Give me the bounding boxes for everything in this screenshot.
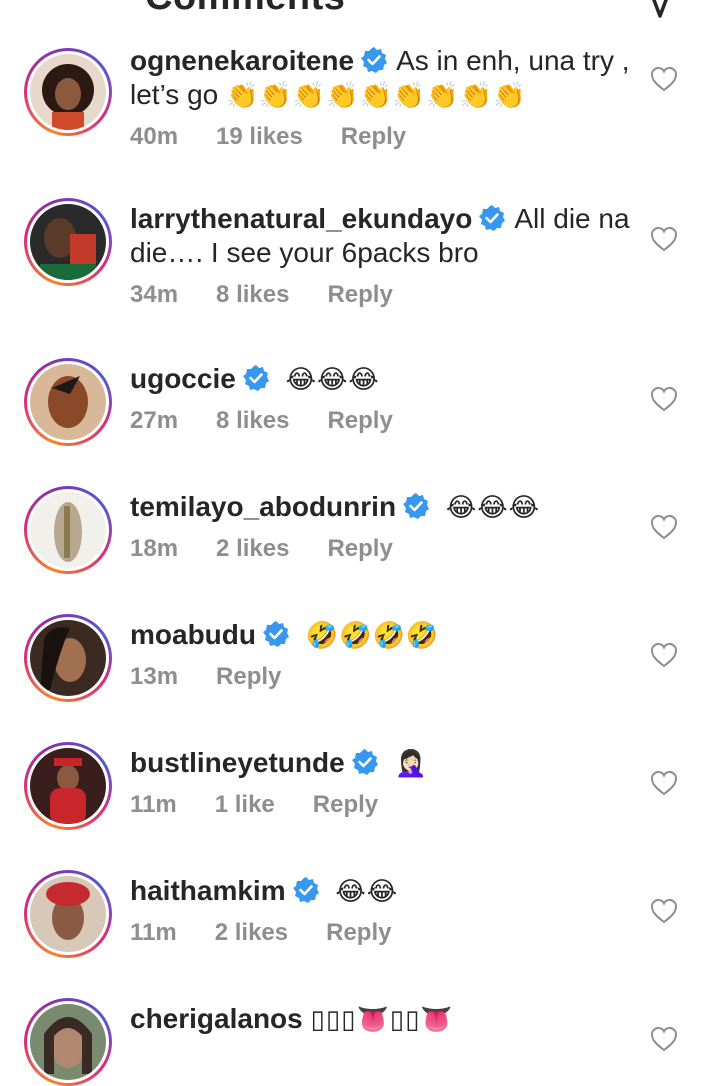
comment-likes[interactable]: 2 likes — [216, 535, 289, 562]
avatar-story-ring[interactable] — [24, 358, 112, 446]
comment-username[interactable]: larrythenatural_ekundayo — [130, 203, 472, 234]
comment-time: 11m — [130, 791, 177, 818]
avatar-story-ring[interactable] — [24, 998, 112, 1086]
comment-likes[interactable]: 1 like — [215, 791, 275, 818]
avatar-story-ring[interactable] — [24, 486, 112, 574]
reply-button[interactable]: Reply — [326, 919, 391, 946]
avatar — [30, 620, 106, 696]
comment-likes[interactable]: 8 likes — [216, 281, 289, 308]
page-title: Comments — [145, 0, 345, 19]
comment-likes[interactable]: 2 likes — [215, 919, 288, 946]
comment-emoji: 😂😂 — [335, 877, 399, 907]
avatar-story-ring[interactable] — [24, 48, 112, 136]
comment-username[interactable]: moabudu — [130, 619, 256, 650]
verified-badge-icon — [403, 493, 430, 519]
avatar — [30, 492, 106, 568]
reply-button[interactable]: Reply — [313, 791, 378, 818]
comment-username[interactable]: ognenekaroitene — [130, 45, 354, 76]
verified-badge-icon — [263, 621, 289, 647]
avatar — [30, 1004, 106, 1080]
back-arrow-icon[interactable] — [30, 0, 80, 18]
avatar-story-ring[interactable] — [24, 614, 112, 702]
avatar-story-ring[interactable] — [24, 870, 112, 958]
verified-badge-icon — [292, 877, 319, 903]
avatar — [30, 364, 106, 440]
avatar — [30, 204, 106, 280]
heart-icon[interactable] — [650, 1026, 678, 1052]
comment-emoji: ▯▯▯👅▯▯👅 — [310, 1005, 454, 1035]
heart-icon[interactable] — [650, 66, 678, 92]
comment-time: 34m — [130, 281, 179, 308]
comment-username[interactable]: bustlineyetunde — [130, 747, 345, 778]
comment-emoji: 🤣🤣🤣🤣 — [305, 621, 440, 651]
heart-icon[interactable] — [650, 642, 678, 668]
heart-icon[interactable] — [650, 226, 678, 252]
comments-header: Comments — [0, 0, 720, 22]
comment-time: 11m — [130, 919, 177, 946]
heart-icon[interactable] — [650, 770, 678, 796]
comment-time: 13m — [130, 663, 179, 690]
avatar-story-ring[interactable] — [24, 198, 112, 286]
verified-badge-icon — [479, 205, 506, 231]
comment-emoji: 😂😂😂 — [445, 493, 540, 523]
heart-icon[interactable] — [650, 898, 678, 924]
avatar-story-ring[interactable] — [24, 742, 112, 830]
verified-badge-icon — [361, 47, 388, 73]
comment-time: 40m — [130, 123, 179, 150]
direct-message-icon[interactable] — [646, 0, 674, 18]
comment-time: 27m — [130, 407, 179, 434]
comment-username[interactable]: temilayo_abodunrin — [130, 491, 396, 522]
comment-emoji: 😂😂😂 — [285, 365, 380, 395]
verified-badge-icon — [242, 365, 269, 391]
comment-time: 18m — [130, 535, 179, 562]
avatar — [30, 54, 106, 130]
heart-icon[interactable] — [650, 514, 678, 540]
reply-button[interactable]: Reply — [327, 281, 392, 308]
comment-username[interactable]: cherigalanos — [130, 1003, 303, 1034]
avatar — [30, 876, 106, 952]
heart-icon[interactable] — [650, 386, 678, 412]
comment-emoji: 👏👏👏👏👏👏👏👏👏 — [226, 81, 527, 111]
comment-likes[interactable]: 19 likes — [216, 123, 303, 150]
reply-button[interactable]: Reply — [341, 123, 406, 150]
reply-button[interactable]: Reply — [216, 663, 281, 690]
verified-badge-icon — [351, 749, 378, 775]
comment-username[interactable]: ugoccie — [130, 363, 236, 394]
reply-button[interactable]: Reply — [327, 535, 392, 562]
comment-emoji: 🤦🏻‍♀️ — [394, 749, 428, 779]
comment-likes[interactable]: 8 likes — [216, 407, 289, 434]
avatar — [30, 748, 106, 824]
reply-button[interactable]: Reply — [327, 407, 392, 434]
comment-username[interactable]: haithamkim — [130, 875, 286, 906]
